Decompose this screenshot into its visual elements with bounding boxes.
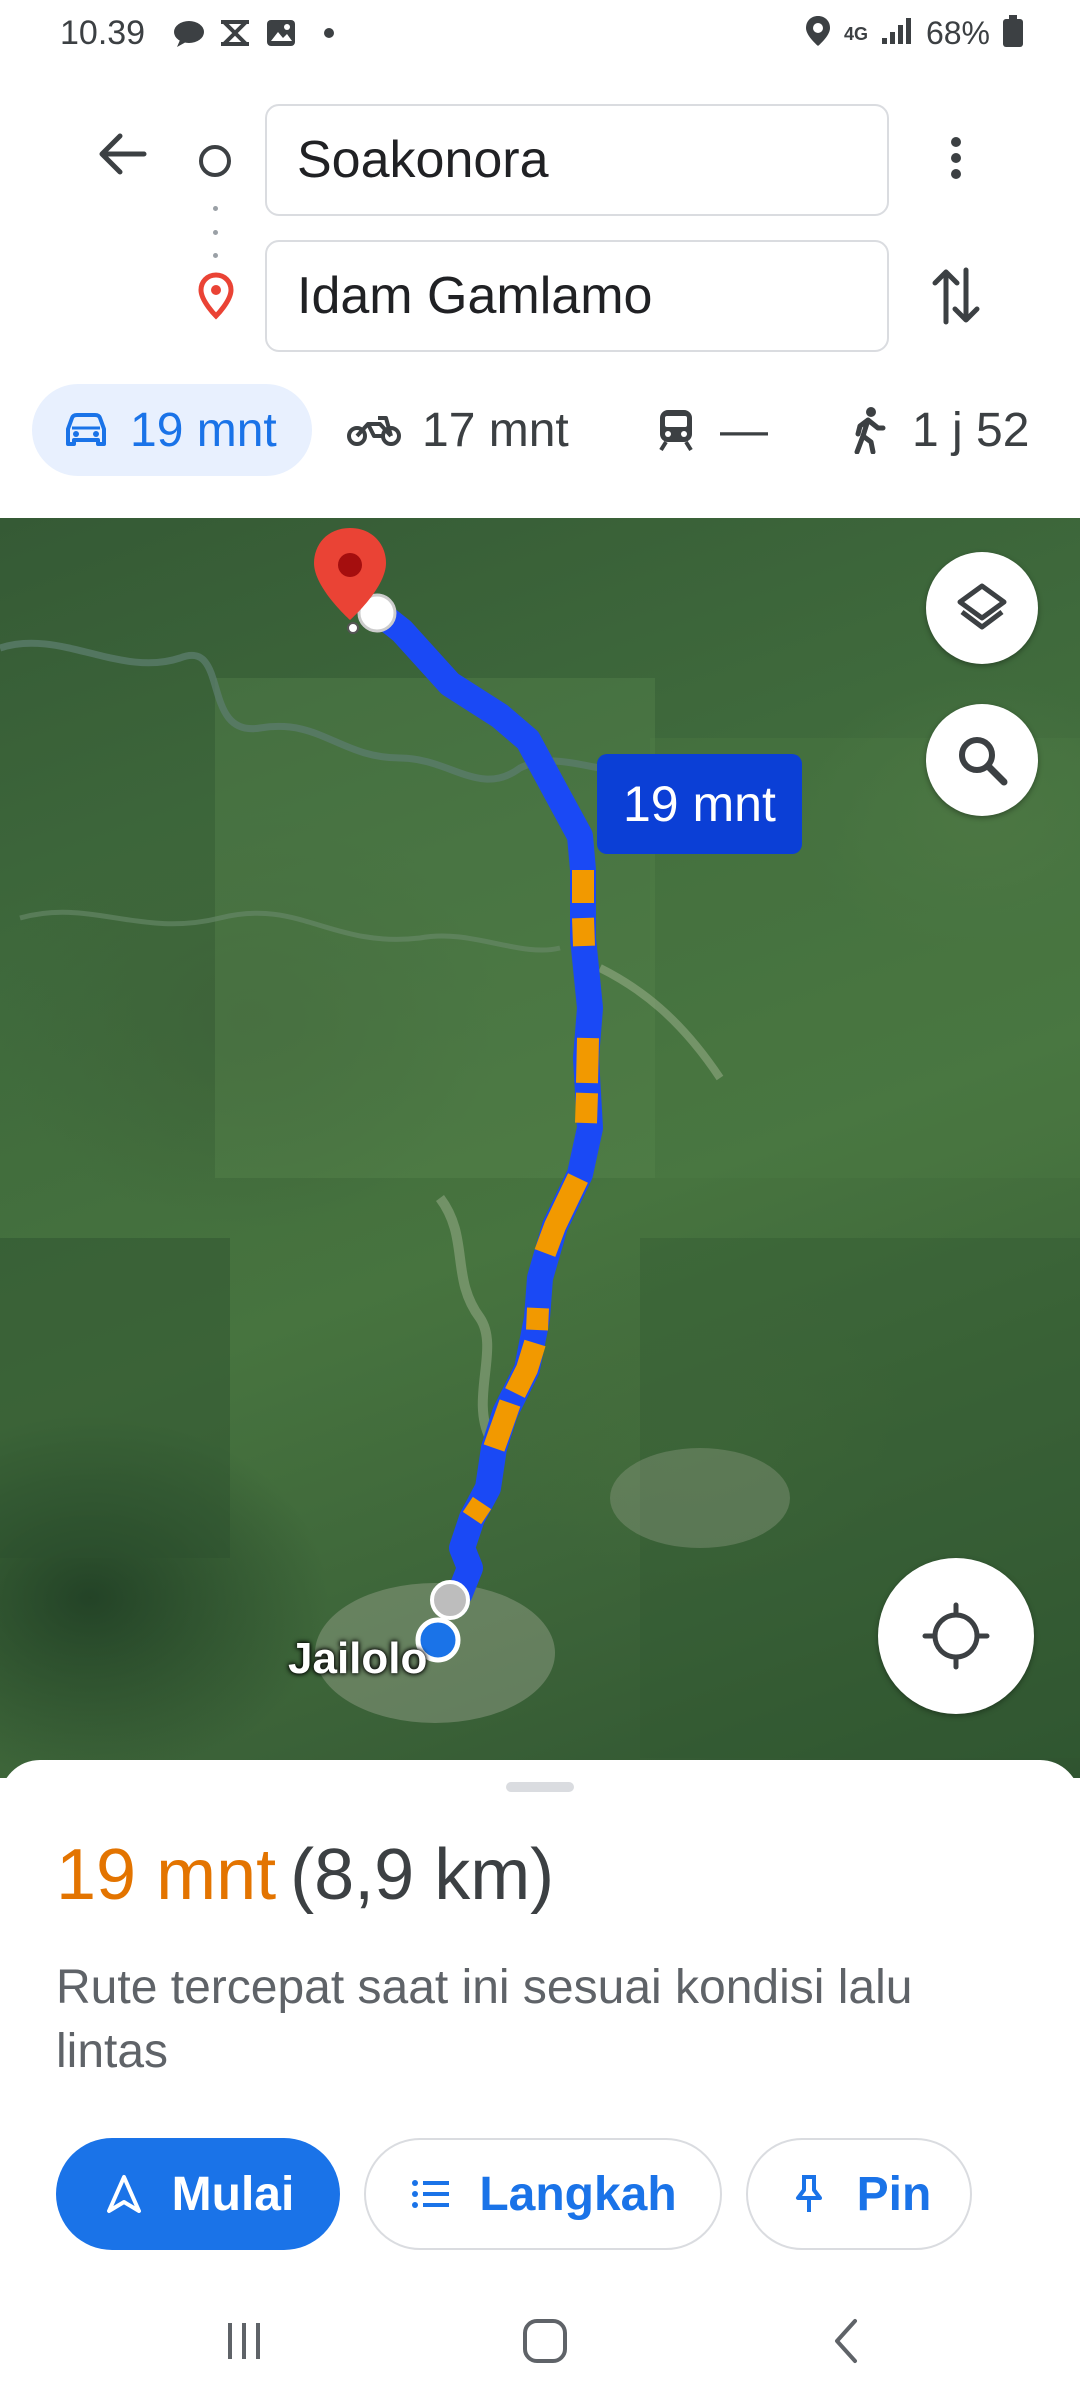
- swap-vert-icon: [932, 267, 980, 325]
- steps-button[interactable]: Langkah: [364, 2138, 722, 2250]
- chat-bubble-icon: [172, 16, 206, 50]
- notification-icons: [172, 16, 334, 50]
- car-icon: [62, 406, 110, 454]
- tab-motorcycle[interactable]: 17 mnt: [346, 384, 569, 476]
- system-icons: 4G 68%: [804, 14, 1024, 53]
- more-options-button[interactable]: [928, 130, 984, 186]
- home-icon: [523, 2319, 567, 2363]
- route-distance: (8,9 km): [290, 1835, 555, 1915]
- recents-icon: [228, 2323, 260, 2359]
- start-navigation-button[interactable]: Mulai: [56, 2138, 340, 2250]
- route-header: Soakonora Idam Gamlamo 19 mnt 17 mnt — 1…: [0, 72, 1080, 518]
- map-view[interactable]: 19 mnt Jailolo: [0, 518, 1080, 1778]
- navigation-arrow-icon: [102, 2172, 146, 2216]
- motorcycle-icon: [346, 406, 402, 454]
- status-bar: 10.39 4G 68%: [0, 0, 1080, 72]
- recent-apps-button[interactable]: [204, 2306, 284, 2376]
- pushpin-icon: [787, 2172, 831, 2216]
- map-city-label: Jailolo: [288, 1634, 428, 1683]
- more-vert-icon: [951, 137, 961, 179]
- route-description: Rute tercepat saat ini sesuai kondisi la…: [56, 1961, 913, 2078]
- tab-car[interactable]: 19 mnt: [32, 384, 312, 476]
- signal-icon: [880, 16, 914, 51]
- tab-walk[interactable]: 1 j 52: [844, 384, 1029, 476]
- battery-icon: [1002, 14, 1024, 53]
- pin-button-label: Pin: [856, 2167, 932, 2221]
- travel-mode-tabs: 19 mnt 17 mnt — 1 j 52: [32, 384, 1062, 476]
- tab-transit[interactable]: —: [652, 384, 768, 476]
- chevron-left-icon: [835, 2319, 857, 2363]
- pin-button[interactable]: Pin: [746, 2138, 972, 2250]
- route-eta-bubble[interactable]: 19 mnt: [597, 754, 802, 854]
- steps-button-label: Langkah: [479, 2167, 677, 2221]
- list-icon: [409, 2172, 453, 2216]
- gallery-icon: [264, 16, 298, 50]
- origin-circle-icon: [199, 145, 231, 177]
- layers-button[interactable]: [926, 552, 1038, 664]
- destination-pin-icon: [196, 272, 236, 320]
- train-icon: [652, 406, 700, 454]
- tab-transit-label: —: [720, 403, 768, 457]
- route-dots-icon: [213, 206, 218, 258]
- system-navigation-bar: [0, 2276, 1080, 2408]
- sheet-drag-handle[interactable]: [506, 1782, 574, 1792]
- my-location-button[interactable]: [878, 1558, 1034, 1714]
- system-back-button[interactable]: [806, 2306, 886, 2376]
- origin-field[interactable]: Soakonora: [265, 104, 889, 216]
- back-button[interactable]: [92, 124, 152, 184]
- swap-route-button[interactable]: [926, 262, 986, 330]
- tab-walk-label: 1 j 52: [912, 403, 1030, 457]
- origin-marker: [430, 1580, 470, 1620]
- destination-field[interactable]: Idam Gamlamo: [265, 240, 889, 352]
- crosshair-icon: [922, 1602, 990, 1670]
- search-icon: [959, 737, 1008, 786]
- route-summary: 19 mnt (8,9 km): [56, 1834, 554, 1916]
- network-type: 4G: [843, 23, 868, 44]
- status-time: 10.39: [60, 14, 146, 52]
- search-along-route-button[interactable]: [926, 704, 1038, 816]
- tab-car-label: 19 mnt: [130, 403, 277, 457]
- tab-motorcycle-label: 17 mnt: [422, 403, 569, 457]
- location-icon: [804, 14, 832, 53]
- layers-icon: [957, 583, 1007, 630]
- walk-icon: [844, 406, 892, 454]
- more-notifications-dot: [324, 28, 334, 38]
- capcut-icon: [218, 16, 252, 50]
- battery-percent: 68%: [925, 15, 990, 51]
- route-duration: 19 mnt: [56, 1835, 277, 1915]
- arrow-back-icon: [99, 133, 147, 175]
- start-button-label: Mulai: [171, 2167, 295, 2221]
- home-button[interactable]: [505, 2306, 585, 2376]
